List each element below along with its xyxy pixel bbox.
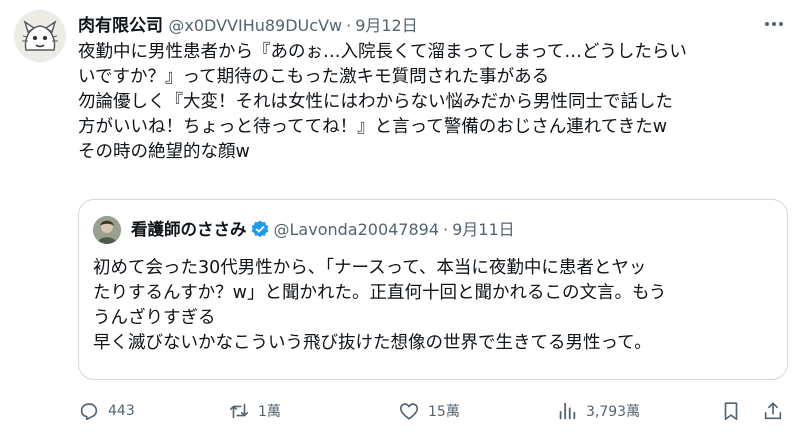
tweet-text-line: 夜勤中に男性患者から『あのぉ…入院長くて溜まってしまって…どうしたらい xyxy=(78,42,687,62)
more-icon[interactable] xyxy=(760,14,788,34)
avatar[interactable] xyxy=(14,10,66,62)
quoted-display-name[interactable]: 看護師のささみ xyxy=(131,220,247,239)
action-bar: 443 1萬 15萬 3,793萬 xyxy=(78,396,790,426)
quoted-handle[interactable]: @Lavonda20047894 xyxy=(274,220,440,239)
like-icon xyxy=(399,403,419,420)
quoted-tweet[interactable]: 看護師のささみ @Lavonda20047894 · 9月11日 初めて会った30代男… xyxy=(78,199,788,380)
display-name[interactable]: 肉有限公司 xyxy=(78,16,163,36)
views-icon xyxy=(559,402,576,420)
retweet-icon xyxy=(229,403,249,419)
views-count: 3,793萬 xyxy=(586,404,641,420)
verified-icon xyxy=(250,219,270,239)
tweet-text-line: その時の絶望的な顔w xyxy=(78,142,250,162)
retweet-count: 1萬 xyxy=(258,404,281,420)
tweet-card[interactable]: 肉有限公司 @x0DVVIHu89DUcVw · 9月12日 夜勤中に男性患者から『… xyxy=(0,0,800,440)
quoted-text-line: 早く滅びないかなこういう飛び抜けた想像の世界で生きてる男性って。 xyxy=(93,333,652,353)
separator-dot: · xyxy=(346,16,352,35)
reply-count: 443 xyxy=(108,403,135,419)
share-button[interactable] xyxy=(762,396,784,426)
user-handle[interactable]: @x0DVVIHu89DUcVw xyxy=(168,16,342,35)
tweet-text-line: 方がいいね！ちょっと待っててね！』と言って警備のおじさん連れてきたw xyxy=(78,117,668,137)
quoted-text: 初めて会った30代男性から、「ナースって、本当に夜勤中に患者とヤッ たりするんす… xyxy=(93,256,783,356)
post-date[interactable]: 9月12日 xyxy=(355,16,418,35)
quoted-date[interactable]: 9月11日 xyxy=(452,220,515,239)
bookmark-button[interactable] xyxy=(720,396,742,426)
like-button[interactable]: 15萬 xyxy=(398,396,460,426)
like-count: 15萬 xyxy=(428,404,460,420)
tweet-header: 肉有限公司 @x0DVVIHu89DUcVw · 9月12日 xyxy=(78,14,418,38)
quoted-avatar[interactable] xyxy=(93,216,121,244)
share-icon xyxy=(764,402,782,420)
tweet-text-line: いですか？』って期待のこもった激キモ質問された事がある xyxy=(78,67,550,87)
separator-dot: · xyxy=(443,220,449,239)
reply-button[interactable]: 443 xyxy=(78,396,135,426)
bookmark-icon xyxy=(724,402,738,421)
reply-icon xyxy=(80,403,98,421)
tweet-text-line: 勿論優しく『大変！それは女性にはわからない悩みだから男性同士で話した xyxy=(78,92,673,112)
views-button[interactable]: 3,793萬 xyxy=(556,396,640,426)
quoted-text-line: たりするんすか？w」と聞かれた。正直何十回と聞かれるこの文言。もう xyxy=(93,283,667,303)
quoted-text-line: 初めて会った30代男性から、「ナースって、本当に夜勤中に患者とヤッ xyxy=(93,258,647,278)
retweet-button[interactable]: 1萬 xyxy=(228,396,281,426)
tweet-text: 夜勤中に男性患者から『あのぉ…入院長くて溜まってしまって…どうしたらい いですか… xyxy=(78,40,778,165)
quoted-header: 看護師のささみ @Lavonda20047894 · 9月11日 xyxy=(131,217,515,243)
quoted-text-line: うんざりすぎる xyxy=(93,308,216,328)
